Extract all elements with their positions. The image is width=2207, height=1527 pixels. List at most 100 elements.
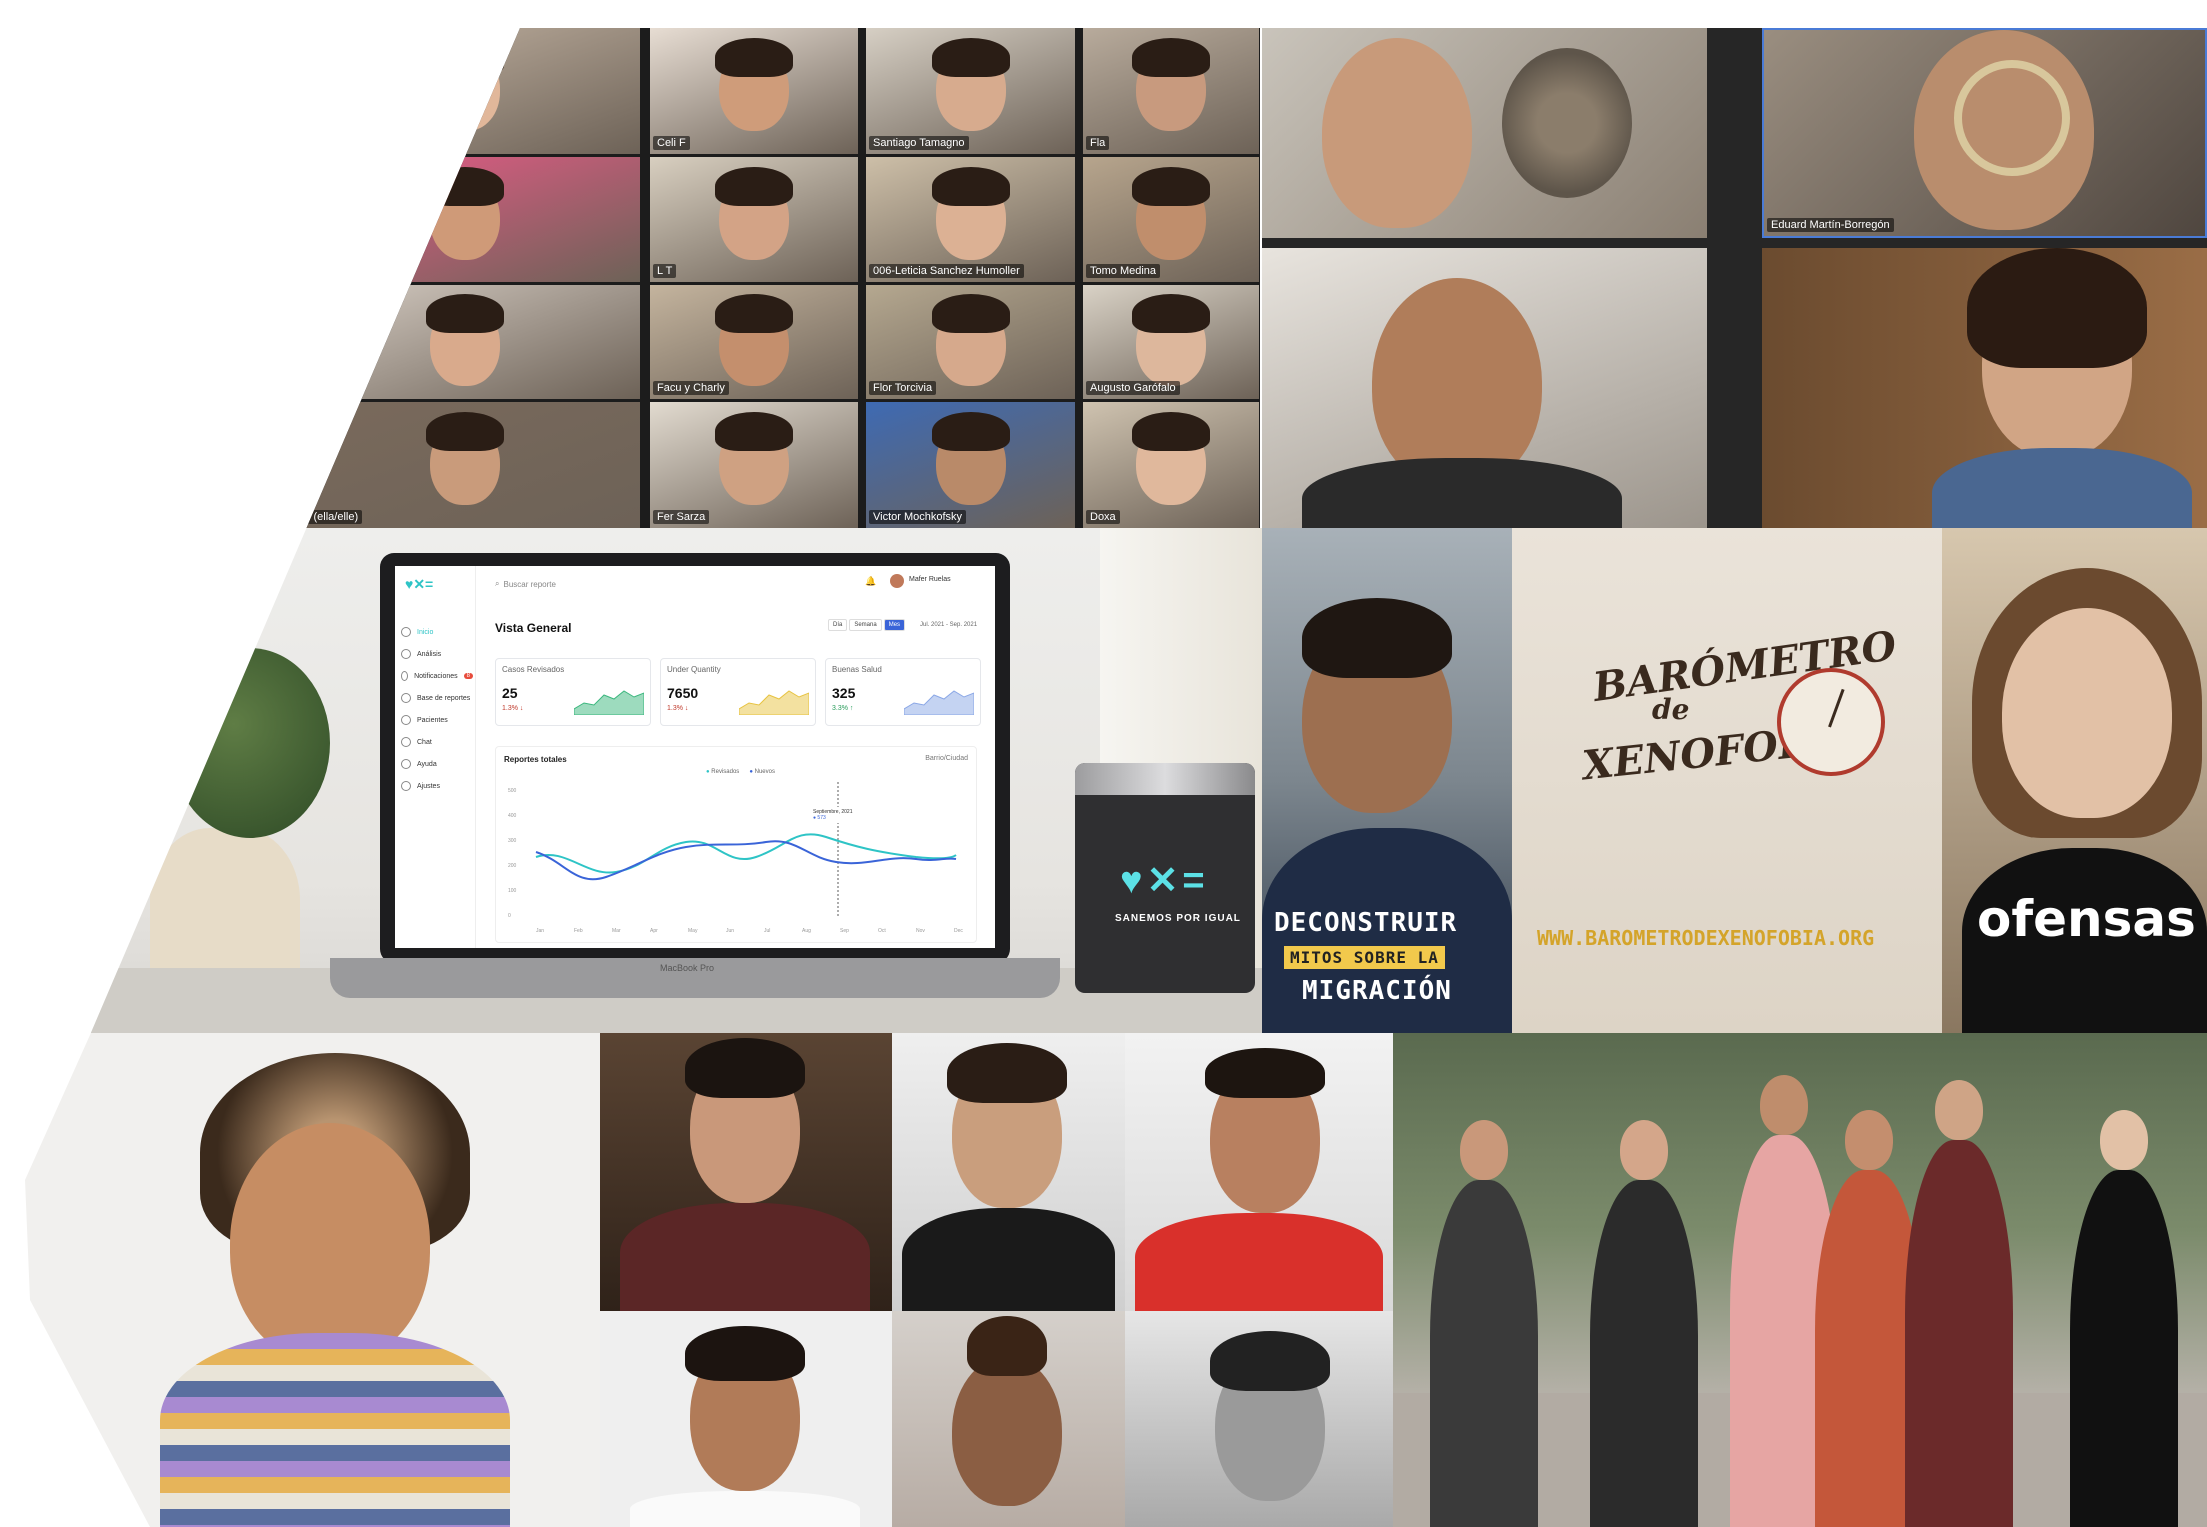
portrait-photo xyxy=(25,1033,600,1527)
x-tick-label: May xyxy=(688,928,698,934)
avatar[interactable] xyxy=(890,574,904,588)
mug-brand: SANEMOS POR IGUAL xyxy=(1115,913,1241,924)
portrait-photo xyxy=(1125,1311,1393,1527)
search-bar[interactable]: ⌕ Buscar reporte xyxy=(495,576,675,592)
participant-hair xyxy=(931,294,1010,333)
participant-hair xyxy=(1132,38,1210,77)
video-tile[interactable]: 006-Leticia Sanchez Humoller xyxy=(866,157,1075,282)
sparkline xyxy=(904,690,974,715)
x-tick-label: Nov xyxy=(916,928,925,934)
stat-title: Casos Revisados xyxy=(502,665,565,674)
x-tick-label: Jul xyxy=(764,928,770,934)
video-tile[interactable]: Facu y Charly xyxy=(650,285,858,399)
website-url[interactable]: WWW.BAROMETRODEXENOFOBIA.ORG xyxy=(1537,926,1874,950)
chart-card: Reportes totales Barrio/Ciudad ● Revisad… xyxy=(495,746,977,943)
video-tile[interactable]: Ari (ella/elle) xyxy=(290,402,640,528)
y-tick-label: 500 xyxy=(508,788,517,794)
laptop-photo: MacBook Pro ♥✕= Inicio Análisis Notificaci… xyxy=(25,528,1262,1033)
tooltip: Septiembre, 2021 ● 573 xyxy=(811,807,855,823)
nav-icon xyxy=(401,693,411,703)
video-tile[interactable]: rtina V Z Somos Miles xyxy=(290,28,640,154)
video-tile: Eduard Martín-Borregón xyxy=(1762,28,2207,238)
y-tick-label: 300 xyxy=(508,838,517,844)
app-screen: ♥✕= Inicio Análisis Notificaciones 8 Base de… xyxy=(395,566,995,948)
participant-hair xyxy=(931,38,1010,77)
video-tile xyxy=(1262,248,1707,528)
participant-name: Ari (ella/elle) xyxy=(293,510,363,524)
date-range[interactable]: Jul. 2021 - Sep. 2021 xyxy=(920,622,977,628)
y-tick-label: 100 xyxy=(508,888,517,894)
laptop-model: MacBook Pro xyxy=(660,963,715,973)
nav-icon xyxy=(401,715,411,725)
bell-icon[interactable]: 🔔 xyxy=(865,576,876,587)
range-toggle: Día Semana Mes xyxy=(828,619,906,631)
person-face xyxy=(1460,1120,1508,1180)
stat-value: 7650 xyxy=(667,685,699,701)
range-button[interactable]: Semana xyxy=(849,619,882,631)
video-tile[interactable]: Doxa xyxy=(1083,402,1259,528)
title-de: de xyxy=(1652,693,1690,726)
app-sidebar: ♥✕= Inicio Análisis Notificaciones 8 Base de… xyxy=(395,566,476,948)
stat-card: Buenas Salud 325 3.3% ↑ xyxy=(825,658,981,726)
y-tick-label: 400 xyxy=(508,813,517,819)
stat-delta: 1.3% ↓ xyxy=(667,705,689,712)
participant-hair xyxy=(1132,167,1210,206)
app-logo: ♥✕= xyxy=(405,576,434,592)
photo-collage: rtina V Z Somos Miles Celi F Santiago Tama… xyxy=(25,28,2207,1527)
sidebar-item-label: Ayuda xyxy=(417,760,437,768)
sidebar-item[interactable]: Ajustes xyxy=(401,775,473,797)
search-icon: ⌕ xyxy=(495,579,500,588)
video-tile[interactable]: Celi F xyxy=(650,28,858,154)
sidebar-item[interactable]: Base de reportes xyxy=(401,687,473,709)
sidebar-item[interactable]: Pacientes xyxy=(401,709,473,731)
x-tick-label: Aug xyxy=(802,928,811,934)
video-tile[interactable]: Santiago Tamagno xyxy=(866,28,1075,154)
page-title: Vista General xyxy=(495,621,572,635)
sidebar-item[interactable]: Ayuda xyxy=(401,753,473,775)
video-tile[interactable]: Flor Torcivia xyxy=(866,285,1075,399)
participant-hair xyxy=(715,294,793,333)
stat-value: 325 xyxy=(832,685,856,701)
participant-name: Augusto Garófalo xyxy=(1086,381,1180,395)
person-body xyxy=(1905,1140,2013,1527)
caption-line-1: DECONSTRUIR xyxy=(1274,908,1458,938)
video-tile[interactable]: Augusto Garófalo xyxy=(1083,285,1259,399)
participant-name: Martin xyxy=(293,264,332,278)
y-tick-label: 200 xyxy=(508,863,517,869)
video-tile[interactable]: Martin xyxy=(290,157,640,282)
video-tile[interactable]: Fer Sarza xyxy=(650,402,858,528)
x-tick-label: Feb xyxy=(574,928,583,934)
person-body xyxy=(1430,1180,1538,1527)
stat-title: Buenas Salud xyxy=(832,665,882,674)
x-tick-label: Apr xyxy=(650,928,658,934)
portrait-photo xyxy=(892,1033,1125,1311)
participant-name: Doxa xyxy=(1086,510,1120,524)
video-tile xyxy=(1762,248,2207,528)
participant-name: Santiago Tamagno xyxy=(869,136,969,150)
x-tick-label: Jan xyxy=(536,928,544,934)
portrait-photo xyxy=(892,1311,1125,1527)
sidebar-item[interactable]: Inicio xyxy=(401,621,473,643)
participant-name: Flor Torcivia xyxy=(869,381,937,395)
sidebar-item[interactable]: Notificaciones 8 xyxy=(401,665,473,687)
x-tick-label: Mar xyxy=(612,928,621,934)
video-tile[interactable]: Doña xyxy=(290,285,640,399)
video-frame-title: BARÓMETRO de XENOFOBIA WWW.BAROMETRODEXE… xyxy=(1512,528,1942,1033)
participant-hair xyxy=(1132,412,1210,451)
participant-hair xyxy=(426,412,504,451)
participant-hair xyxy=(426,294,504,333)
sidebar-item[interactable]: Chat xyxy=(401,731,473,753)
video-tile[interactable]: L T xyxy=(650,157,858,282)
range-button[interactable]: Mes xyxy=(883,619,906,631)
participant-name: Doña xyxy=(293,381,328,395)
sidebar-item-label: Chat xyxy=(417,738,432,746)
series-nuevos-line xyxy=(535,840,957,881)
video-tile[interactable]: Fla xyxy=(1083,28,1259,154)
nav-icon xyxy=(401,737,411,747)
video-tile[interactable]: Tomo Medina xyxy=(1083,157,1259,282)
person-face xyxy=(1620,1120,1668,1180)
range-button[interactable]: Día xyxy=(828,619,848,631)
stat-delta: 3.3% ↑ xyxy=(832,705,854,712)
sidebar-item[interactable]: Análisis xyxy=(401,643,473,665)
video-tile[interactable]: Victor Mochkofsky xyxy=(866,402,1075,528)
